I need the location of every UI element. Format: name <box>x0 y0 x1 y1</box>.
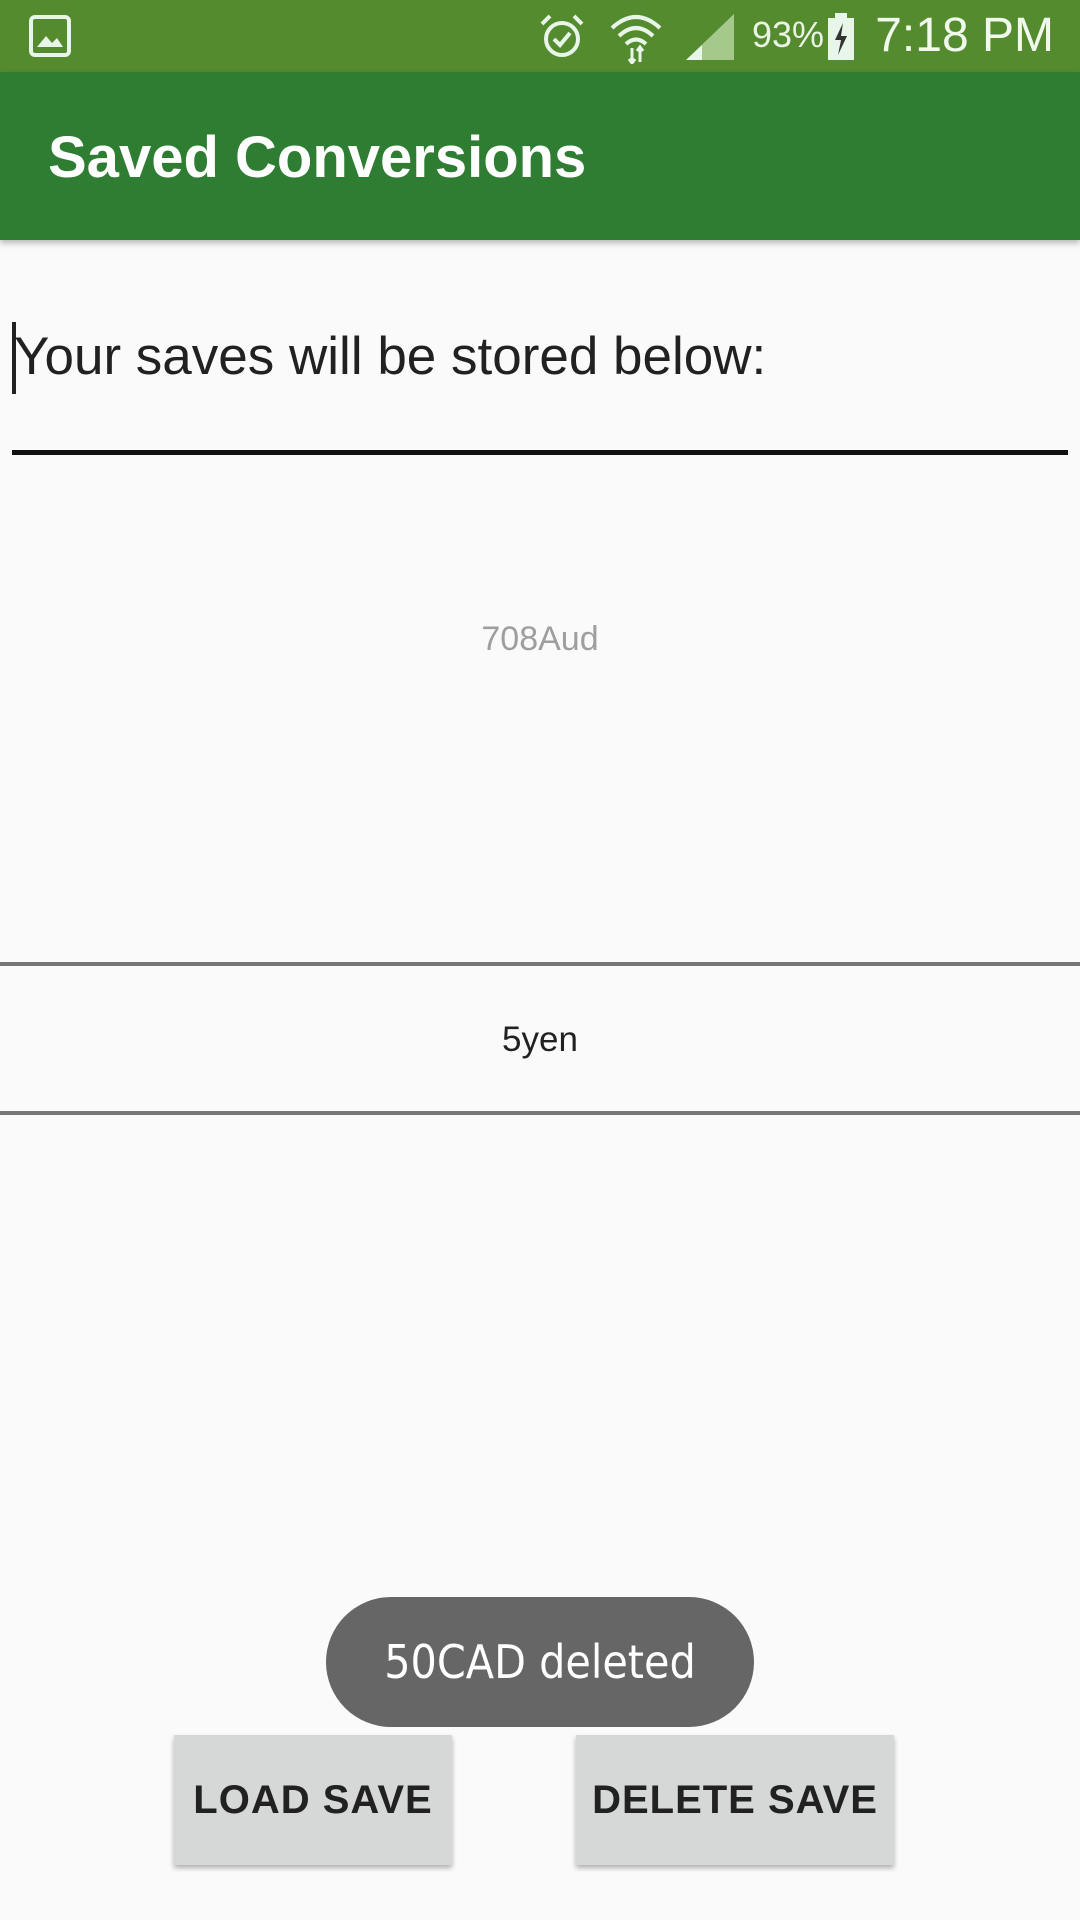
list-divider <box>0 962 1080 966</box>
toast-message: 50CAD deleted <box>326 1597 754 1727</box>
gallery-icon <box>29 15 71 57</box>
page-title: Saved Conversions <box>48 125 587 190</box>
status-bar: 93% 7:18 PM <box>0 0 1080 72</box>
load-save-button[interactable]: LOAD SAVE <box>174 1735 452 1865</box>
battery-charging-icon <box>828 13 854 60</box>
delete-save-button[interactable]: DELETE SAVE <box>576 1735 894 1865</box>
signal-icon <box>686 14 734 60</box>
alarm-icon <box>540 14 584 57</box>
header-text[interactable]: Your saves will be stored below: <box>14 326 766 387</box>
status-time: 7:18 PM <box>875 9 1054 62</box>
save-item-2[interactable]: 5yen <box>0 1020 1080 1060</box>
list-divider <box>0 1111 1080 1115</box>
app-bar: Saved Conversions <box>0 72 1080 240</box>
save-item-1[interactable]: 708Aud <box>0 620 1080 659</box>
header-underline <box>12 450 1068 455</box>
battery-percent: 93% <box>752 14 825 55</box>
wifi-icon <box>610 15 662 64</box>
